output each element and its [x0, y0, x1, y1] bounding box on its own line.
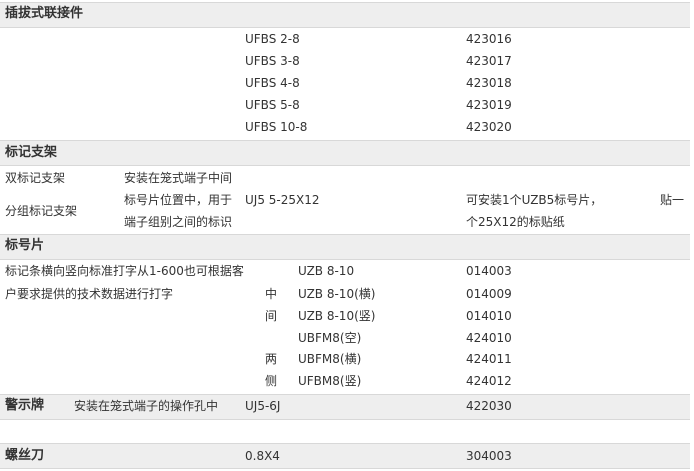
table-cell-code: 423017	[466, 54, 512, 68]
position-label: 侧	[265, 374, 278, 388]
table-cell-code: 423019	[466, 98, 512, 112]
table-cell-model: UFBS 4-8	[245, 76, 300, 90]
product-note-overflow: 贴一	[660, 193, 685, 207]
table-cell-code: 014010	[466, 309, 512, 323]
product-name: 双标记支架	[5, 171, 66, 185]
position-label: 两	[265, 352, 278, 366]
product-description: 标记条横向竖向标准打字从1-600也可根据客	[5, 264, 244, 278]
table-cell-model: UJ5 5-25X12	[245, 193, 320, 207]
table-cell-code: 423020	[466, 120, 512, 134]
table-cell-model: UBFM8(空)	[298, 331, 362, 345]
table-cell-code: 424010	[466, 331, 512, 345]
product-description: 户要求提供的技术数据进行打字	[5, 287, 174, 301]
section-header-screwdriver	[0, 443, 690, 469]
table-cell-model: UZB 8-10(竖)	[298, 309, 376, 323]
section-title-warning: 警示牌	[5, 398, 45, 413]
position-label: 中	[265, 287, 278, 301]
section-title-marker-holder: 标记支架	[5, 145, 58, 160]
table-cell-code: 423018	[466, 76, 512, 90]
table-cell-code: 304003	[466, 449, 512, 463]
section-header-plug	[0, 2, 690, 28]
table-cell-code: 424011	[466, 352, 512, 366]
product-name: 分组标记支架	[5, 204, 78, 218]
table-cell-code: 424012	[466, 374, 512, 388]
product-description: 安装在笼式端子的操作孔中	[74, 399, 219, 413]
table-cell-model: 0.8X4	[245, 449, 280, 463]
table-cell-model: UFBM8(竖)	[298, 374, 362, 388]
product-description: 安装在笼式端子中间	[124, 171, 233, 185]
table-cell-model: UFBS 10-8	[245, 120, 308, 134]
section-title-screwdriver: 螺丝刀	[5, 448, 45, 463]
section-title-plug: 插拔式联接件	[5, 6, 84, 21]
section-title-marker-strip: 标号片	[5, 238, 45, 253]
table-cell-model: UZB 8-10	[298, 264, 355, 278]
table-cell-model: UFBS 2-8	[245, 32, 300, 46]
section-header-marker-strip	[0, 234, 690, 260]
product-note: 可安装1个UZB5标号片，	[466, 193, 603, 207]
table-cell-model: UZB 8-10(横)	[298, 287, 376, 301]
product-description: 标号片位置中，用于	[124, 193, 233, 207]
table-cell-code: 014009	[466, 287, 512, 301]
table-cell-model: UJ5-6J	[245, 399, 281, 413]
table-cell-code: 423016	[466, 32, 512, 46]
table-cell-model: UBFM8(横)	[298, 352, 362, 366]
table-cell-code: 014003	[466, 264, 512, 278]
section-header-marker-holder	[0, 140, 690, 166]
table-cell-model: UFBS 3-8	[245, 54, 300, 68]
position-label: 间	[265, 309, 278, 323]
table-cell-code: 422030	[466, 399, 512, 413]
table-cell-model: UFBS 5-8	[245, 98, 300, 112]
product-note: 个25X12的标贴纸	[466, 215, 565, 229]
product-description: 端子组别之间的标识	[124, 215, 233, 229]
